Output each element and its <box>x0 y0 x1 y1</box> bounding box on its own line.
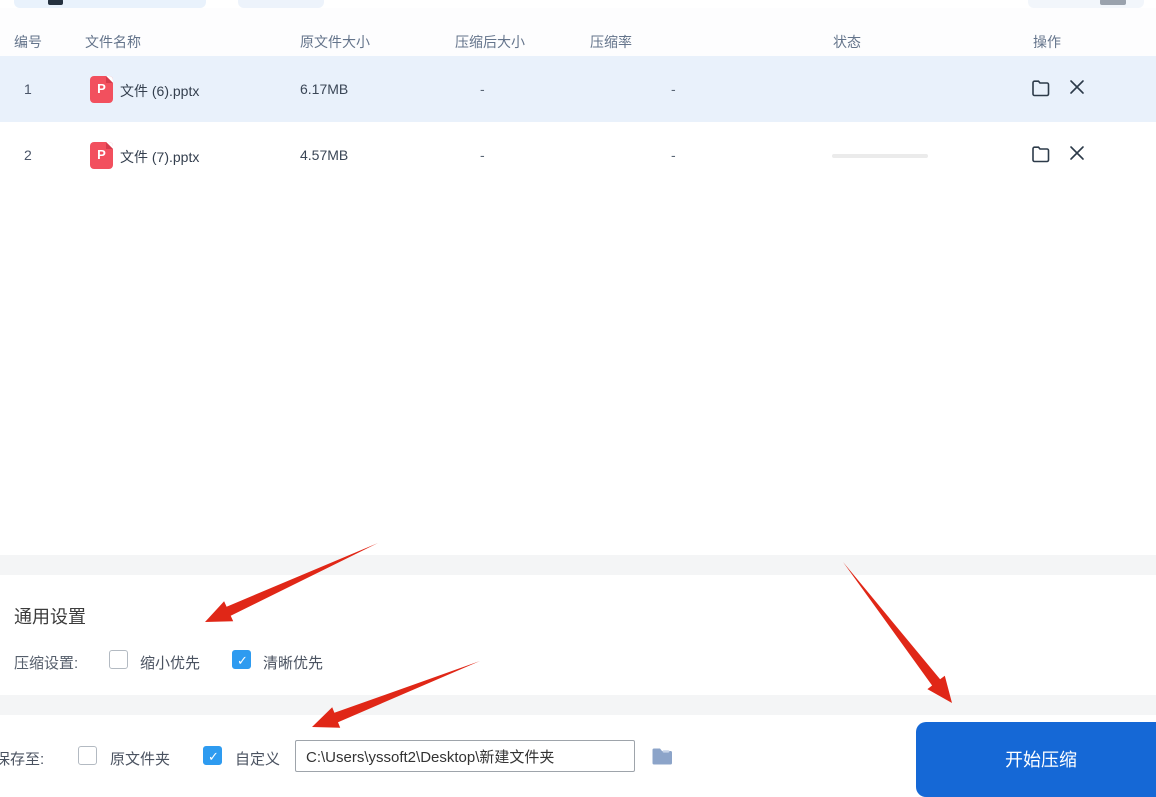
toolbar-button-secondary[interactable] <box>238 0 324 8</box>
pptx-file-icon: P <box>90 76 113 103</box>
column-header-original-size: 原文件大小 <box>300 34 370 50</box>
general-settings-title: 通用设置 <box>14 607 86 627</box>
checkbox-clarity-priority[interactable] <box>232 650 252 670</box>
row-index: 1 <box>24 81 32 97</box>
column-header-actions: 操作 <box>1033 34 1061 50</box>
column-header-filename: 文件名称 <box>85 34 141 50</box>
column-header-id: 编号 <box>14 34 42 50</box>
column-header-ratio: 压缩率 <box>590 34 632 50</box>
folder-icon[interactable] <box>650 744 675 773</box>
clear-list-button[interactable] <box>1028 0 1144 8</box>
add-file-button[interactable] <box>14 0 206 8</box>
add-file-icon <box>48 0 63 5</box>
section-divider <box>0 555 1156 575</box>
start-compression-button[interactable]: 开始压缩 <box>916 722 1156 797</box>
checkbox-custom-folder[interactable] <box>203 746 223 766</box>
open-folder-icon[interactable] <box>1030 144 1052 169</box>
minimize-icon <box>1100 0 1126 5</box>
compression-settings-label: 压缩设置: <box>14 655 79 672</box>
file-name: 文件 (6).pptx <box>120 83 200 99</box>
original-folder-label[interactable]: 原文件夹 <box>110 748 170 769</box>
pptx-file-icon: P <box>90 142 113 169</box>
original-size: 6.17MB <box>300 81 349 97</box>
row-index: 2 <box>24 147 32 163</box>
column-header-status: 状态 <box>833 34 861 50</box>
original-size: 4.57MB <box>300 147 349 163</box>
checkbox-size-priority[interactable] <box>109 650 128 669</box>
table-row[interactable]: 2 P 文件 (7).pptx 4.57MB - - <box>0 122 1156 188</box>
table-header-row: 编号 文件名称 原文件大小 压缩后大小 压缩率 状态 操作 <box>0 8 1156 56</box>
custom-folder-label[interactable]: 自定义 <box>235 748 280 769</box>
clarity-priority-label[interactable]: 清晰优先 <box>263 652 323 673</box>
checkbox-original-folder[interactable] <box>78 746 97 765</box>
progress-bar <box>832 154 928 158</box>
compression-settings-row: 压缩设置: 缩小优先 清晰优先 <box>0 648 1156 674</box>
remove-file-icon[interactable] <box>1068 78 1086 101</box>
remove-file-icon[interactable] <box>1068 144 1086 167</box>
compression-ratio: - <box>671 81 676 97</box>
column-header-compressed-size: 压缩后大小 <box>455 34 525 50</box>
save-path-input[interactable] <box>295 740 635 772</box>
compressed-size: - <box>480 81 485 97</box>
compressor-app-window: { "toolbar": { "buttons": [ {"icon": "ad… <box>0 0 1156 797</box>
file-name: 文件 (7).pptx <box>120 149 200 165</box>
size-priority-label[interactable]: 缩小优先 <box>140 652 200 673</box>
compressed-size: - <box>480 147 485 163</box>
section-divider <box>0 695 1156 715</box>
open-folder-icon[interactable] <box>1030 78 1052 103</box>
annotation-arrow <box>843 562 952 703</box>
save-to-label: 保存至: <box>0 751 45 768</box>
table-row[interactable]: 1 P 文件 (6).pptx 6.17MB - - <box>0 56 1156 122</box>
compression-ratio: - <box>671 147 676 163</box>
